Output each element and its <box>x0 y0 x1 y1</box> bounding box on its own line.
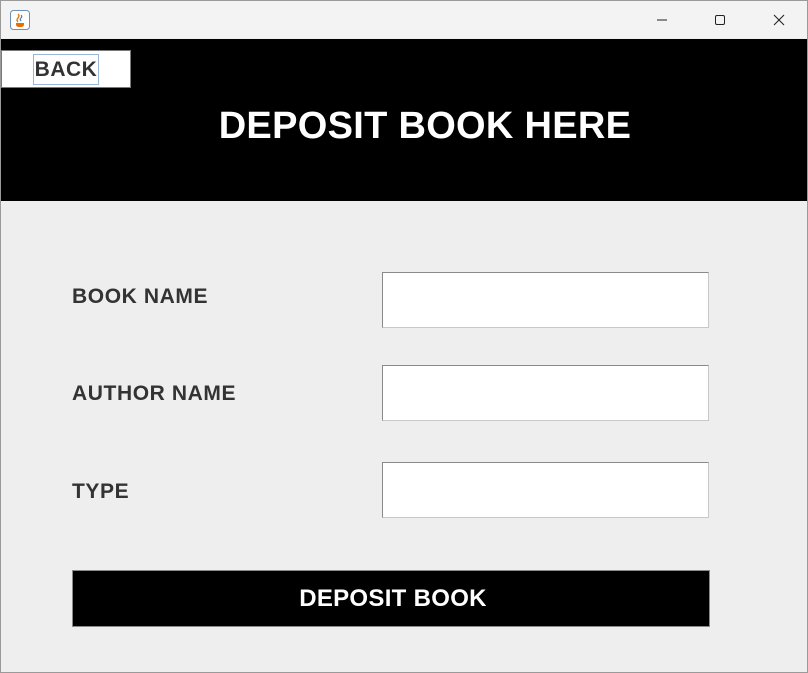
page-title: DEPOSIT BOOK HERE <box>218 105 632 147</box>
deposit-book-button-label: DEPOSIT BOOK <box>299 584 487 612</box>
app-window: BACK DEPOSIT BOOK HERE BOOK NAME AUTHOR … <box>0 0 808 673</box>
maximize-icon <box>715 14 725 25</box>
java-cup-icon <box>10 10 30 30</box>
title-bar[interactable] <box>1 1 807 38</box>
book-name-label: BOOK NAME <box>72 285 209 308</box>
back-button-label: BACK <box>32 53 100 85</box>
deposit-book-button[interactable]: DEPOSIT BOOK <box>72 570 710 627</box>
close-button[interactable] <box>756 1 802 38</box>
maximize-button[interactable] <box>697 1 743 38</box>
type-input[interactable] <box>382 462 709 518</box>
type-label: TYPE <box>72 480 130 503</box>
close-icon <box>773 14 785 25</box>
minimize-button[interactable] <box>639 1 685 38</box>
header-panel: BACK DEPOSIT BOOK HERE <box>1 39 807 201</box>
book-name-input[interactable] <box>382 272 709 328</box>
author-name-label: AUTHOR NAME <box>72 382 237 405</box>
author-name-input[interactable] <box>382 365 709 421</box>
back-button[interactable]: BACK <box>1 50 131 88</box>
minimize-icon <box>657 19 667 20</box>
